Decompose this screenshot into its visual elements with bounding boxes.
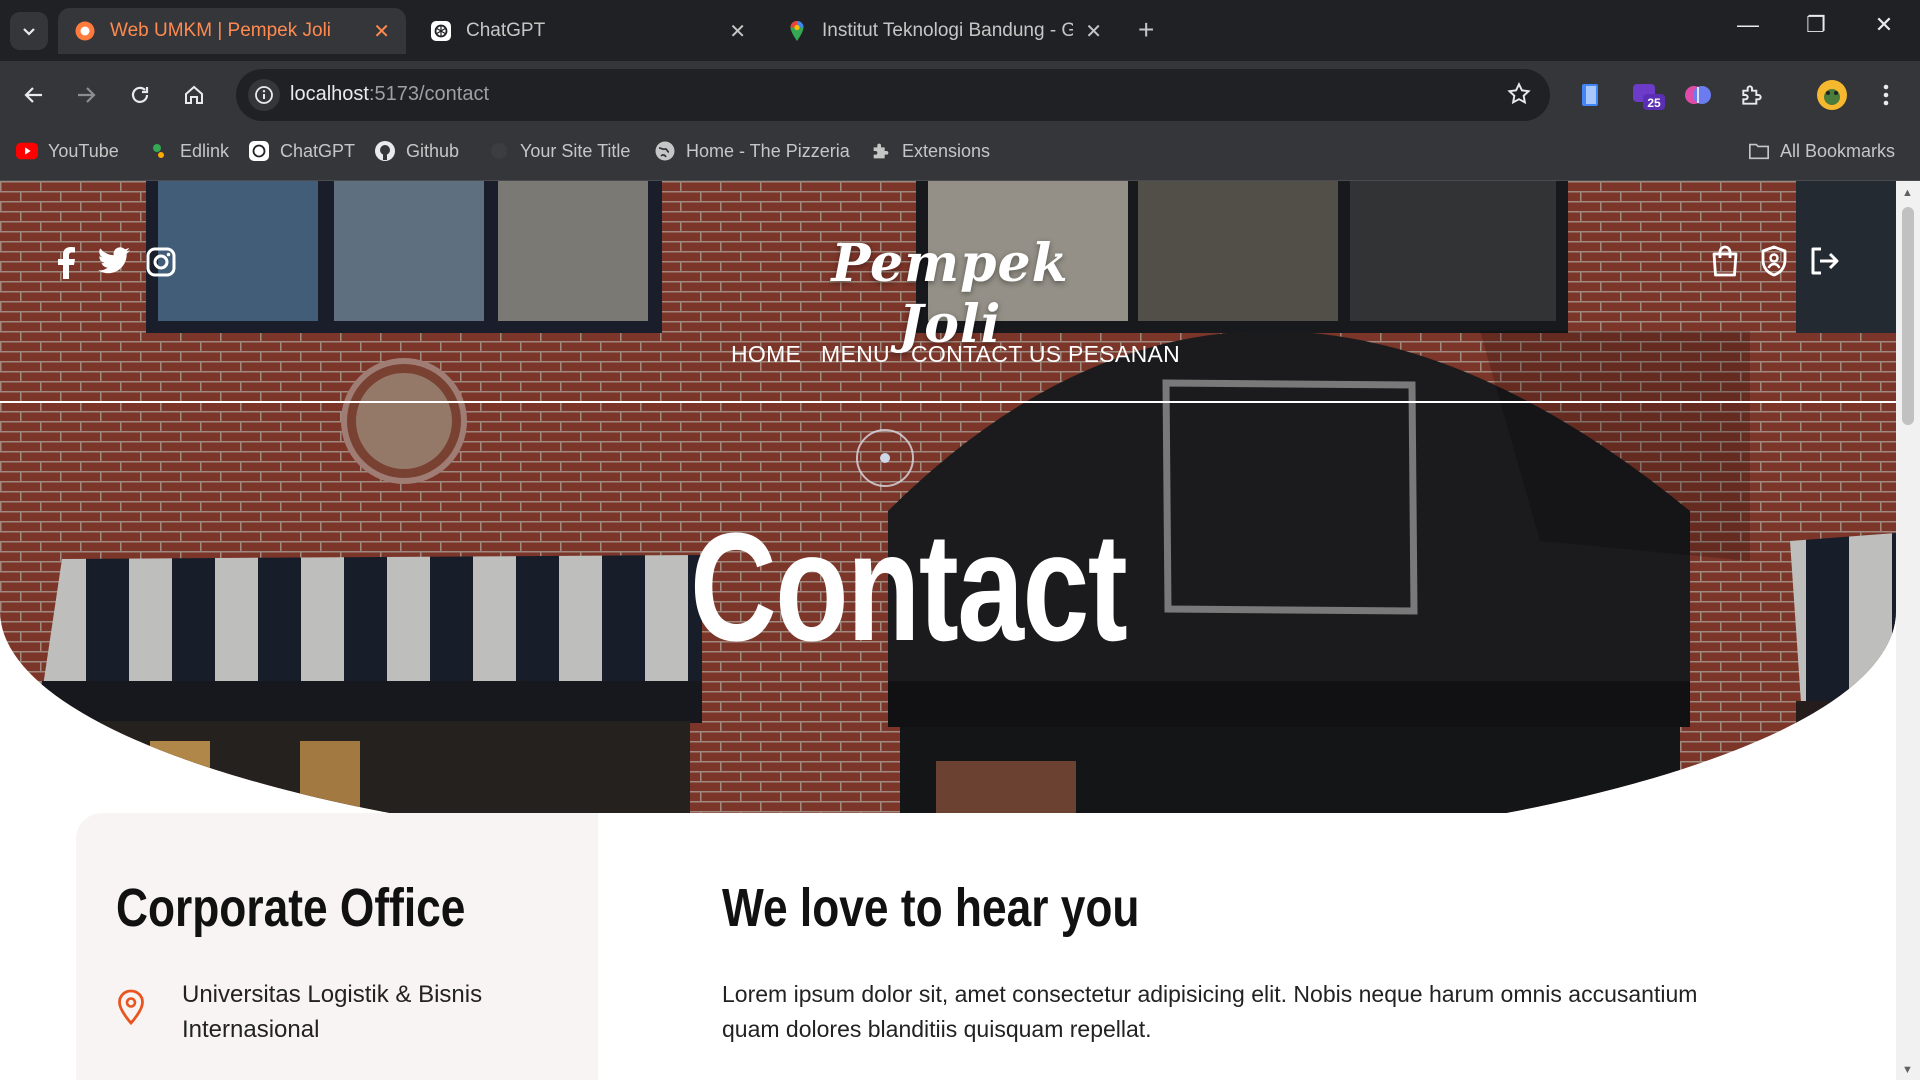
message-body-line-2: quam dolores blanditiis quisquam repella… [722, 1016, 1152, 1042]
url-host: localhost [290, 83, 369, 105]
bookmark-label: Home - The Pizzeria [686, 140, 850, 161]
arrow-right-icon [78, 87, 96, 103]
folder-icon [1748, 140, 1770, 162]
tab-title: ChatGPT [466, 20, 546, 41]
instagram-icon[interactable] [146, 247, 178, 279]
header-divider [0, 401, 1896, 403]
youtube-icon [16, 140, 38, 162]
docs-extension-icon[interactable] [1572, 77, 1608, 113]
tab-itb-maps[interactable]: Institut Teknologi Bandung - Go ✕ [770, 8, 1118, 54]
nav-home[interactable]: HOME [731, 341, 801, 368]
reload-icon [131, 86, 149, 103]
restore-button[interactable]: ❐ [1796, 12, 1836, 38]
tab-title: Institut Teknologi Bandung - Go [822, 20, 1074, 41]
tab-web-umkm[interactable]: Web UMKM | Pempek Joli ✕ [58, 8, 406, 54]
shopping-bag-icon[interactable] [1710, 245, 1742, 277]
extension-badge-icon[interactable]: 25 [1630, 77, 1666, 113]
github-icon [374, 140, 396, 162]
scroll-up-arrow-icon[interactable]: ▲ [1902, 187, 1913, 199]
arrow-left-icon [24, 87, 42, 103]
address-line-1: Universitas Logistik & Bisnis [182, 981, 483, 1008]
home-button[interactable] [176, 77, 212, 113]
edlink-icon [148, 140, 170, 162]
all-bookmarks-label: All Bookmarks [1780, 140, 1896, 161]
url-text[interactable]: localhost:5173/contact [290, 83, 489, 106]
url-path: :5173/contact [368, 83, 490, 105]
hero-title: Contact [690, 501, 1128, 673]
brain-extension-icon[interactable] [1680, 77, 1716, 113]
reload-button[interactable] [122, 77, 158, 113]
bookmark-label: Your Site Title [520, 140, 631, 161]
close-tab-icon[interactable]: ✕ [373, 19, 390, 44]
scroll-down-arrow-icon[interactable]: ▼ [1902, 1064, 1913, 1076]
tab-chatgpt[interactable]: ChatGPT ✕ [414, 8, 762, 54]
forward-button[interactable] [68, 77, 104, 113]
twitter-icon[interactable] [98, 247, 130, 279]
message-body: Lorem ipsum dolor sit, amet consectetur … [722, 977, 1722, 1047]
bookmark-label: Github [406, 140, 460, 161]
admin-shield-icon[interactable] [1760, 245, 1792, 277]
bookmark-pizzeria[interactable]: Home - The Pizzeria [654, 140, 850, 162]
google-maps-icon [786, 20, 808, 42]
extensions-puzzle-icon[interactable] [1734, 77, 1770, 113]
hero-banner: Pempek Joli HOME MENU CONTACT US PESANAN… [0, 181, 1896, 861]
cursor-dot [880, 453, 890, 463]
orange-site-favicon-icon [74, 20, 96, 42]
bookmark-label: YouTube [48, 140, 119, 161]
bookmarks-bar: YouTube Edlink ChatGPT Github Your Site … [0, 128, 1920, 181]
new-tab-button[interactable]: + [1138, 14, 1154, 46]
location-pin-icon [116, 989, 146, 1030]
tab-strip: Web UMKM | Pempek Joli ✕ ChatGPT ✕ Insti… [0, 0, 1920, 61]
contact-card: Corporate Office Universitas Logistik & … [76, 813, 1820, 1080]
corporate-office-panel: Corporate Office Universitas Logistik & … [76, 813, 598, 1080]
corporate-office-title: Corporate Office [116, 878, 466, 938]
browser-toolbar: localhost:5173/contact 25 [0, 61, 1920, 128]
all-bookmarks-button[interactable]: All Bookmarks [1748, 140, 1895, 162]
bookmark-label: Extensions [902, 140, 991, 161]
home-icon [185, 85, 203, 104]
site-info-icon[interactable] [248, 79, 280, 111]
logout-icon[interactable] [1808, 245, 1840, 277]
tab-search-button[interactable] [10, 12, 48, 50]
profile-avatar[interactable] [1814, 77, 1850, 113]
extension-badge-count: 25 [1647, 96, 1661, 110]
close-window-button[interactable]: ✕ [1864, 12, 1904, 38]
nav-pesanan[interactable]: PESANAN [1068, 341, 1180, 368]
bookmark-your-site[interactable]: Your Site Title [488, 140, 630, 162]
bookmark-github[interactable]: Github [374, 140, 459, 162]
nav-menu[interactable]: MENU [821, 341, 890, 368]
facebook-icon[interactable] [52, 247, 84, 279]
bookmark-youtube[interactable]: YouTube [16, 140, 119, 162]
page-viewport: Pempek Joli HOME MENU CONTACT US PESANAN… [0, 181, 1920, 1080]
chatgpt-icon [248, 140, 270, 162]
puzzle-icon [870, 140, 892, 162]
scrollbar-thumb[interactable] [1902, 207, 1914, 425]
minimize-button[interactable]: — [1728, 12, 1768, 38]
back-button[interactable] [16, 77, 52, 113]
bookmark-star-icon[interactable] [1506, 81, 1532, 112]
message-body-line-1: Lorem ipsum dolor sit, amet consectetur … [722, 981, 1698, 1007]
office-address: Universitas Logistik & Bisnis Internasio… [182, 977, 512, 1047]
kebab-menu-icon[interactable] [1868, 77, 1904, 113]
site-icon [488, 140, 510, 162]
tab-title: Web UMKM | Pempek Joli [110, 20, 332, 41]
bookmark-extensions[interactable]: Extensions [870, 140, 990, 162]
chatgpt-icon [430, 20, 452, 42]
nav-contact-us[interactable]: CONTACT US [911, 341, 1061, 368]
close-tab-icon[interactable]: ✕ [729, 19, 746, 44]
close-tab-icon[interactable]: ✕ [1085, 19, 1102, 44]
page-scrollbar[interactable]: ▲ ▼ [1896, 181, 1920, 1080]
address-line-2: Internasional [182, 1016, 320, 1043]
address-bar[interactable]: localhost:5173/contact [236, 69, 1550, 121]
chevron-down-icon [23, 28, 35, 36]
message-section-title: We love to hear you [722, 878, 1140, 938]
globe-icon [654, 140, 676, 162]
bookmark-label: ChatGPT [280, 140, 356, 161]
bookmark-label: Edlink [180, 140, 230, 161]
bookmark-edlink[interactable]: Edlink [148, 140, 229, 162]
bookmark-chatgpt[interactable]: ChatGPT [248, 140, 355, 162]
site-logo[interactable]: Pempek Joli [790, 233, 1110, 355]
